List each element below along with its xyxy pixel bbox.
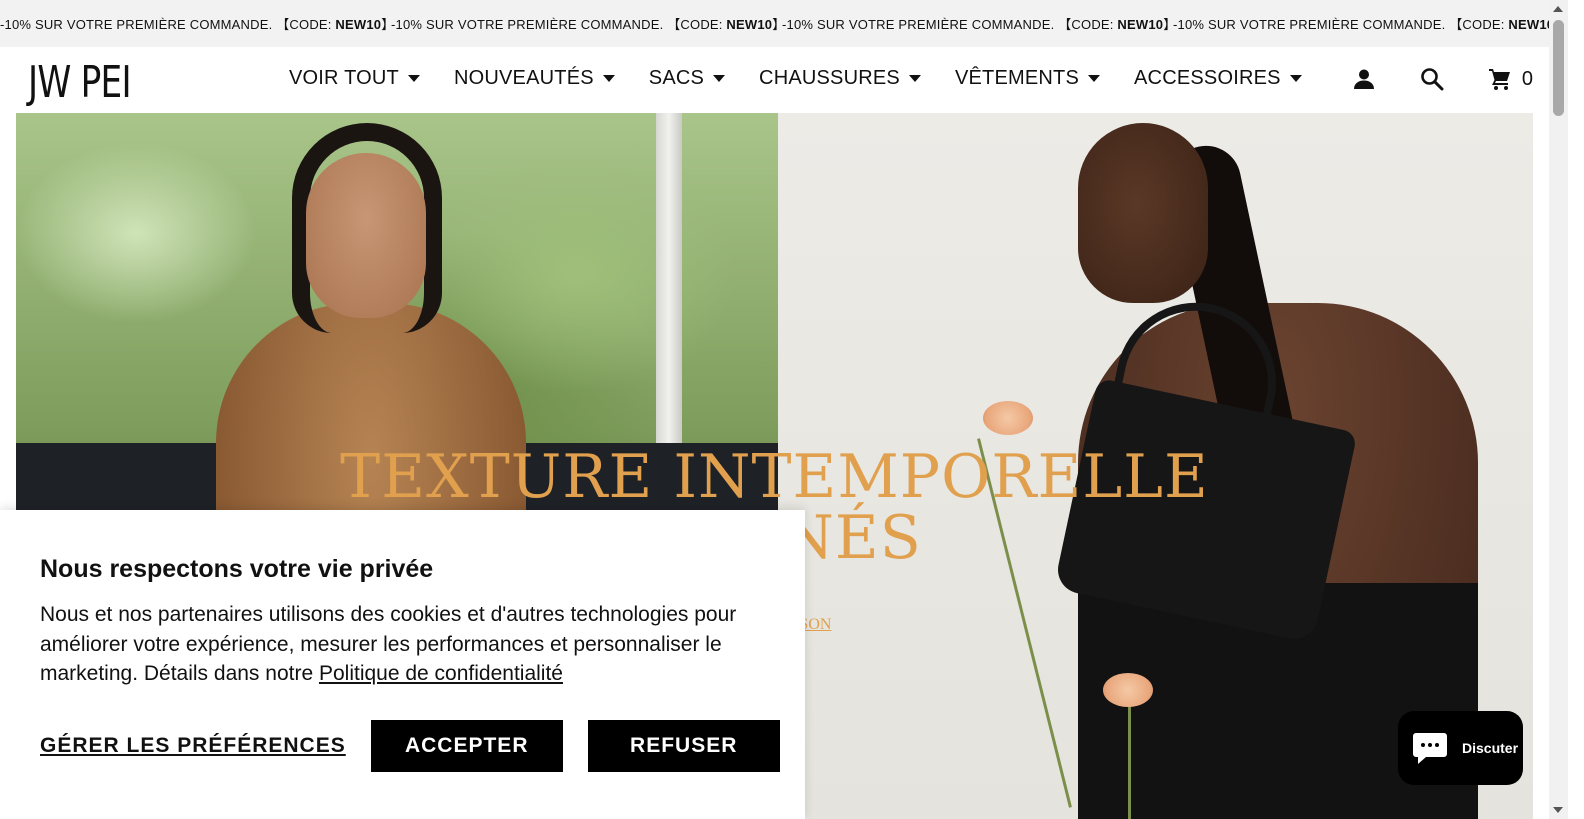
search-icon[interactable] [1420,67,1444,91]
announcement-message: -10% SUR VOTRE PREMIÈRE COMMANDE. 【CODE:… [782,17,1177,32]
announcement-message: -10% SUR VOTRE PREMIÈRE COMMANDE. 【CODE:… [391,17,786,32]
cart-icon[interactable] [1488,67,1512,91]
announcement-bar: -10% SUR VOTRE PREMIÈRE COMMANDE. 【CODE:… [0,0,1549,47]
nav-item-voir-tout[interactable]: VOIR TOUT [289,67,420,90]
nav-item-label: NOUVEAUTÉS [453,67,594,89]
chat-button[interactable]: Discuter [1398,711,1523,785]
nav-item-label: CHAUSSURES [759,67,900,89]
nav-item-vetements[interactable]: VÊTEMENTS [954,67,1101,90]
hero-title-line1: TEXTURE INTEMPORELLE [340,442,1209,512]
flower [1103,673,1153,707]
nav-item-label: VOIR TOUT [289,67,399,89]
cart-count[interactable]: 0 [1522,68,1533,91]
model-right-head [1078,123,1208,303]
caret-down-icon [1088,75,1101,82]
scrollbar[interactable] [1549,0,1568,819]
nav-item-accessoires[interactable]: ACCESSOIRES [1134,67,1302,90]
caret-down-icon [713,75,726,82]
header-icons: 0 [1308,67,1533,91]
cookie-actions: GÉRER LES PRÉFÉRENCES ACCEPTER REFUSER [40,720,805,772]
nav-item-label: ACCESSOIRES [1134,67,1281,89]
manage-preferences-link[interactable]: GÉRER LES PRÉFÉRENCES [40,734,346,758]
cookie-text: Nous et nos partenaires utilisons des co… [40,600,770,689]
nav-item-label: SACS [648,67,705,89]
privacy-policy-link[interactable]: Politique de confidentialité [319,662,563,685]
model-left-face [306,153,426,318]
scroll-up-arrow-icon[interactable] [1553,6,1563,12]
caret-down-icon [1289,75,1302,82]
site-header: JW PEI VOIR TOUT NOUVEAUTÉS SACS CHAUSSU… [0,47,1549,113]
caret-down-icon [908,75,921,82]
caret-down-icon [602,75,615,82]
scrollbar-thumb[interactable] [1553,20,1564,116]
nav-item-nouveautes[interactable]: NOUVEAUTÉS [454,67,615,90]
accept-button[interactable]: ACCEPTER [370,720,563,772]
flower-stem [1128,703,1131,819]
scroll-down-arrow-icon[interactable] [1553,807,1563,813]
nav-item-label: VÊTEMENTS [954,67,1080,89]
account-icon[interactable] [1352,67,1376,91]
caret-down-icon [407,75,420,82]
nav-item-chaussures[interactable]: CHAUSSURES [759,67,921,90]
flower [983,401,1033,435]
brand-logo[interactable]: JW PEI [28,57,132,108]
refuse-button[interactable]: REFUSER [587,720,780,772]
announcement-message: -10% SUR VOTRE PREMIÈRE COMMANDE. 【CODE:… [1173,17,1549,32]
chat-label: Discuter [1462,740,1519,756]
announcement-message: -10% SUR VOTRE PREMIÈRE COMMANDE. 【CODE:… [0,17,395,32]
nav-item-sacs[interactable]: SACS [648,67,726,90]
chat-bubble-icon [1413,733,1447,764]
cookie-banner: Nous respectons votre vie privée Nous et… [0,510,805,819]
window-gutter [1568,0,1584,819]
main-nav: VOIR TOUT NOUVEAUTÉS SACS CHAUSSURES VÊT… [289,67,1336,90]
cookie-title: Nous respectons votre vie privée [40,555,434,583]
